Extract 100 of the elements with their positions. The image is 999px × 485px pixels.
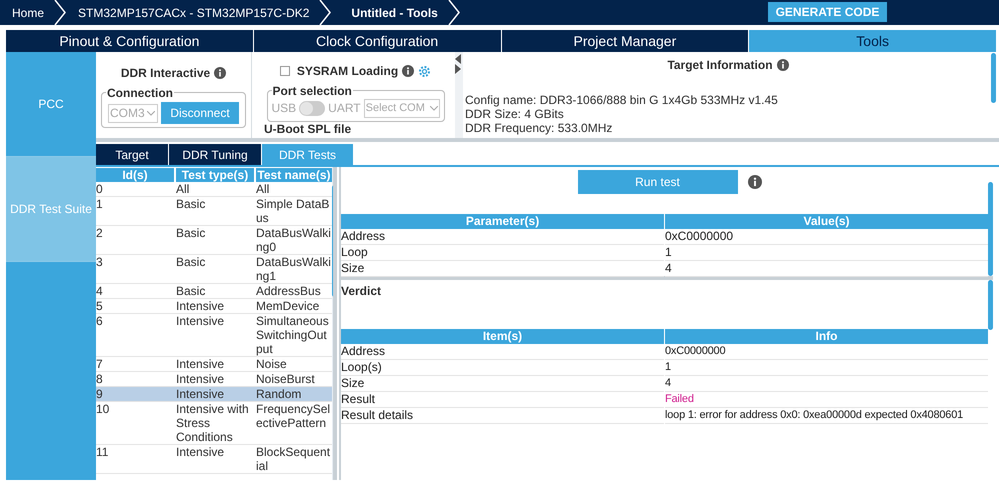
table-cell: 0xC0000000 [665,229,988,245]
toggle-option: USB [272,99,296,117]
chevron-icon [448,0,460,25]
info-line: Config name: DDR3-1066/888 bin G 1x4Gb 533MHz v1.45 [465,93,779,107]
test-row[interactable]: 0 All All [96,182,332,197]
checkbox-label: SYSRAM Loading [296,63,398,80]
name-cell: DataBusWalking1 [256,255,332,283]
panel-title: DDR Interactive [120,65,210,82]
type-cell-text: Basic [176,284,206,298]
info-icon[interactable] [214,67,226,79]
section-title: Verdict [341,283,382,300]
table-cell: Failed [665,392,988,408]
id-cell-text: 9 [96,387,104,401]
table-cell: Result [341,392,664,408]
test-row[interactable]: 5 Intensive MemDevice [96,299,332,314]
table-cell: 4 [665,376,988,392]
table-cell: loop 1: error for address 0x0: 0xea00000d expected 0x4080601 [665,408,988,424]
type-cell-text: Basic [176,226,206,242]
sub-tab[interactable]: DDR Tuning [169,144,262,165]
id-cell-text: 6 [96,314,104,330]
info-icon[interactable] [748,175,762,189]
test-row[interactable]: 2 Basic DataBusWalking0 [96,226,332,255]
table-cell: Result details [341,408,664,424]
main-tab[interactable]: Pinout & Configuration [6,30,254,52]
type-cell-text: Intensive [176,357,226,371]
name-cell-text: FrequencySelectivePattern [256,402,332,432]
table-cell: Address [341,229,664,245]
chevron-icon [54,0,66,25]
test-row[interactable]: 8 Intensive NoiseBurst [96,372,332,387]
chevron-icon [319,0,332,25]
sub-tab[interactable]: Target [96,144,169,165]
main-tab[interactable]: Tools [749,30,997,52]
table-cell: Loop(s) [341,360,664,376]
name-cell-text: NoiseBurst [256,372,316,386]
test-row[interactable]: 1 Basic Simple DataBus [96,197,332,226]
test-row[interactable]: 10 Intensive with Stress Conditions FrequencySelectivePattern [96,402,332,445]
id-cell-text: 8 [96,372,104,386]
scrollbar[interactable] [991,53,996,103]
column-header: Value(s) [665,214,988,229]
column-header: Test name(s) [256,168,332,182]
column-header: Test type(s) [176,168,254,182]
id-cell-text: 5 [96,299,104,313]
caret-icon [430,106,438,110]
type-cell-text: Intensive [176,314,226,330]
test-row[interactable]: 11 Intensive BlockSequential [96,445,332,474]
table-cell: 4 [665,261,988,277]
type-cell-text: Basic [176,197,206,213]
table-cell: Size [341,376,664,392]
main-tab[interactable]: Project Manager [502,30,750,52]
table-cell: 1 [665,245,988,261]
test-row[interactable]: 3 Basic DataBusWalking1 [96,255,332,284]
type-cell-text: Basic [176,255,206,271]
column-header: Id(s) [96,168,174,182]
name-cell-text: Simple DataBus [256,197,330,225]
test-row[interactable]: 6 Intensive SimultaneousSwitchingOutput [96,314,332,357]
toggle-option: UART [328,99,361,117]
name-cell: DataBusWalking0 [256,226,332,254]
id-cell-text: 1 [96,197,104,213]
info-icon[interactable] [402,65,414,77]
type-cell-text: Intensive [176,387,226,401]
sysram-checkbox[interactable] [280,66,290,76]
table-cell: 0xC0000000 [665,344,988,360]
id-cell-text: 11 [96,445,110,461]
type-cell-text: Intensive [176,372,226,386]
info-icon[interactable] [776,59,789,71]
type-cell-text: All [176,182,190,196]
table-cell: Loop [341,245,664,261]
name-cell-text: MemDevice [256,299,320,313]
test-row[interactable]: 4 Basic AddressBus [96,284,332,299]
breadcrumb-link[interactable]: STM32MP157CACx - STM32MP157C-DK2 [66,4,320,22]
port-toggle[interactable] [299,100,326,116]
test-row[interactable]: 9 Intensive Random [96,387,332,402]
id-cell-text: 4 [96,284,104,298]
collapse-arrows-icon[interactable] [455,54,461,74]
type-cell-text: Intensive [176,299,226,313]
id-cell-text: 2 [96,226,104,242]
type-cell-text: Intensive [176,445,226,461]
name-cell-text: All [256,182,270,196]
breadcrumb-link[interactable]: Untitled - Tools [331,4,448,22]
caret-icon [146,110,155,116]
table-cell: Address [341,344,664,360]
name-cell-text: SimultaneousSwitchingOutput [256,314,330,356]
group-legend: U-Boot SPL file [264,123,352,136]
info-line: DDR Size: 4 GBits [465,107,565,121]
id-cell-text: 3 [96,255,104,271]
name-cell-text: BlockSequential [256,445,332,473]
column-header: Parameter(s) [341,214,664,229]
main-tab[interactable]: Clock Configuration [254,30,502,52]
type-cell-text: Intensive with Stress Conditions [176,402,250,444]
column-header: Item(s) [341,329,664,344]
name-cell-text: AddressBus [256,284,322,298]
id-cell-text: 10 [96,402,110,418]
table-cell: 1 [665,360,988,376]
id-cell-text: 7 [96,357,104,371]
test-row[interactable]: 7 Intensive Noise [96,357,332,372]
scrollbar[interactable] [988,182,993,276]
scrollbar[interactable] [988,280,993,330]
table-cell: Size [341,261,664,277]
name-cell-text: Random [256,387,302,401]
breadcrumb-link[interactable]: Home [0,4,54,22]
